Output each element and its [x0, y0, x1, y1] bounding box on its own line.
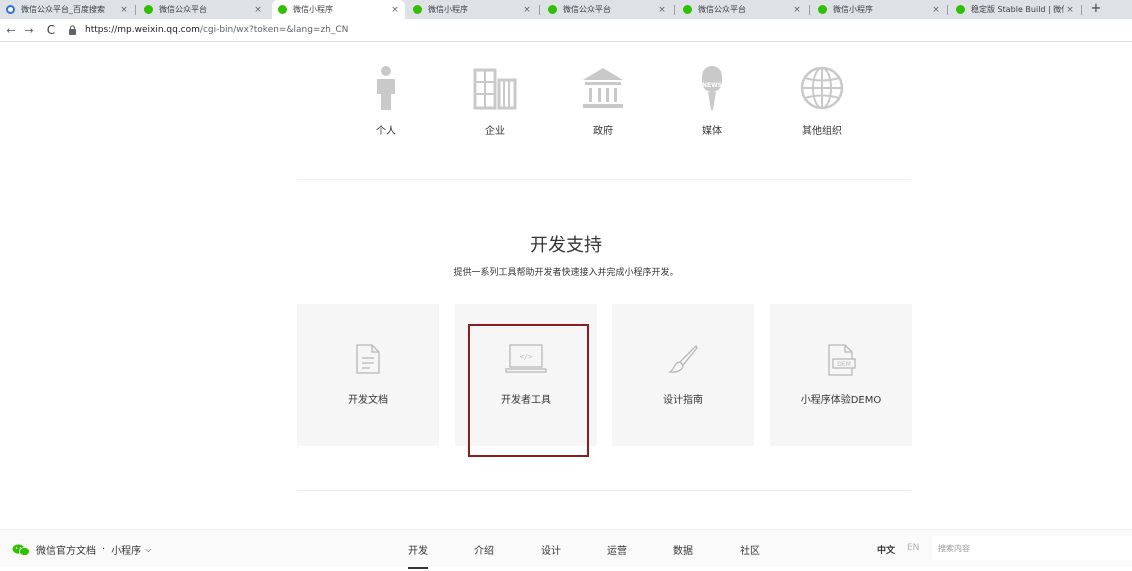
building-icon: [473, 68, 517, 110]
category-label: 媒体: [702, 126, 722, 137]
card-design-guide[interactable]: 设计指南: [612, 304, 754, 446]
person-icon: [377, 66, 395, 110]
section-title: 开发支持: [530, 235, 602, 256]
category-label: 其他组织: [802, 126, 842, 137]
browser-tab-bar: 微信公众平台_百度搜索 × 微信公众平台 × 微信小程序 × 微信小程序 × 微…: [0, 0, 1132, 19]
browser-tab[interactable]: 微信小程序 ×: [407, 0, 537, 19]
lang-zh[interactable]: 中文: [877, 543, 895, 556]
chevron-down-icon[interactable]: ⌵: [145, 545, 151, 555]
category-label: 企业: [485, 126, 505, 137]
wechat-icon: [956, 5, 965, 14]
close-icon[interactable]: ×: [656, 5, 668, 15]
tab-title: 微信公众平台: [563, 5, 611, 14]
document-icon: [356, 344, 380, 374]
browser-tab[interactable]: 微信小程序 ×: [812, 0, 946, 19]
microphone-news-icon: NEWS: [702, 66, 722, 110]
wechat-icon: [278, 5, 287, 14]
tab-title: 微信小程序: [428, 5, 468, 14]
card-label: 开发文档: [348, 395, 388, 406]
tab-title: 微信公众平台_百度搜索: [21, 5, 105, 14]
brand-name: 微信官方文档: [36, 546, 96, 557]
brand-separator: ·: [102, 544, 106, 555]
tab-title: 稳定版 Stable Build | 微信: [971, 5, 1064, 14]
card-label: 小程序体验DEMO: [800, 395, 882, 406]
new-tab-button[interactable]: +: [1088, 0, 1104, 19]
category-enterprise[interactable]: 企业: [460, 66, 530, 137]
nav-design[interactable]: 设计: [541, 542, 561, 557]
close-icon[interactable]: ×: [791, 5, 803, 15]
reload-button[interactable]: C: [44, 23, 58, 37]
tab-title: 微信小程序: [833, 5, 873, 14]
divider: [297, 179, 911, 180]
category-government[interactable]: 政府: [568, 66, 638, 137]
tab-title: 微信公众平台: [698, 5, 746, 14]
close-icon[interactable]: ×: [930, 5, 942, 15]
close-icon[interactable]: ×: [1064, 5, 1076, 15]
tab-title: 微信小程序: [293, 5, 333, 14]
section-description: 提供一系列工具帮助开发者快速接入并完成小程序开发。: [453, 268, 679, 278]
tab-separator: [809, 5, 810, 15]
brand[interactable]: 微信官方文档 · 小程序 ⌵: [12, 542, 151, 557]
brush-icon: [668, 344, 698, 373]
url-host: https://mp.weixin.qq.com: [85, 25, 200, 35]
baidu-icon: [6, 5, 15, 14]
category-label: 个人: [376, 126, 396, 137]
browser-tab[interactable]: 稳定版 Stable Build | 微信 ×: [950, 0, 1080, 19]
news-text: NEWS: [702, 82, 722, 89]
address-bar: ← → C https://mp.weixin.qq.com /cgi-bin/…: [0, 19, 1132, 42]
back-button[interactable]: ←: [4, 24, 18, 37]
category-personal[interactable]: 个人: [351, 66, 421, 137]
browser-tab[interactable]: 微信公众平台 ×: [542, 0, 672, 19]
tab-title: 微信公众平台: [159, 5, 207, 14]
close-icon[interactable]: ×: [118, 5, 130, 15]
demo-text: DEM: [837, 361, 851, 368]
wechat-icon: [413, 5, 422, 14]
card-label: 设计指南: [663, 395, 703, 406]
wechat-icon: [548, 5, 557, 14]
demo-file-icon: DEM: [828, 344, 856, 376]
tab-separator: [947, 5, 948, 15]
tab-separator: [674, 5, 675, 15]
category-media[interactable]: NEWS 媒体: [677, 66, 747, 137]
browser-tab[interactable]: 微信公众平台 ×: [677, 0, 807, 19]
government-icon: [583, 68, 623, 108]
nav-operation[interactable]: 运营: [607, 542, 627, 557]
url-field[interactable]: https://mp.weixin.qq.com /cgi-bin/wx?tok…: [68, 22, 348, 39]
nav-data[interactable]: 数据: [673, 542, 693, 557]
close-icon[interactable]: ×: [521, 5, 533, 15]
category-other-org[interactable]: 其他组织: [787, 66, 857, 137]
browser-tab-active[interactable]: 微信小程序 ×: [272, 0, 405, 19]
selection-highlight: [468, 324, 589, 457]
close-icon[interactable]: ×: [252, 5, 264, 15]
tab-separator: [135, 5, 136, 15]
nav-intro[interactable]: 介绍: [474, 542, 494, 557]
product-selector[interactable]: 小程序: [111, 542, 141, 557]
category-label: 政府: [593, 126, 613, 137]
card-demo[interactable]: DEM 小程序体验DEMO: [770, 304, 912, 446]
nav-community[interactable]: 社区: [740, 542, 760, 557]
nav-dev[interactable]: 开发: [408, 542, 428, 569]
wechat-logo-icon: [12, 543, 30, 556]
lock-icon: [69, 25, 76, 35]
globe-icon: [800, 66, 844, 110]
forward-button[interactable]: →: [22, 24, 36, 37]
card-dev-docs[interactable]: 开发文档: [297, 304, 439, 446]
divider: [297, 490, 911, 491]
wechat-icon: [683, 5, 692, 14]
wechat-icon: [144, 5, 153, 14]
close-icon[interactable]: ×: [389, 5, 401, 15]
lang-en[interactable]: EN: [907, 543, 919, 553]
url-path: /cgi-bin/wx?token=&lang=zh_CN: [199, 25, 349, 35]
tab-separator: [539, 5, 540, 15]
wechat-icon: [818, 5, 827, 14]
browser-tab[interactable]: 微信公众平台 ×: [138, 0, 268, 19]
docs-nav-bar: 微信官方文档 · 小程序 ⌵ 开发 介绍 设计 运营 数据 社区 中文 EN: [0, 529, 1132, 569]
tab-separator: [1081, 5, 1082, 15]
browser-tab-baidu[interactable]: 微信公众平台_百度搜索 ×: [0, 0, 134, 19]
search-input[interactable]: [932, 536, 1132, 560]
